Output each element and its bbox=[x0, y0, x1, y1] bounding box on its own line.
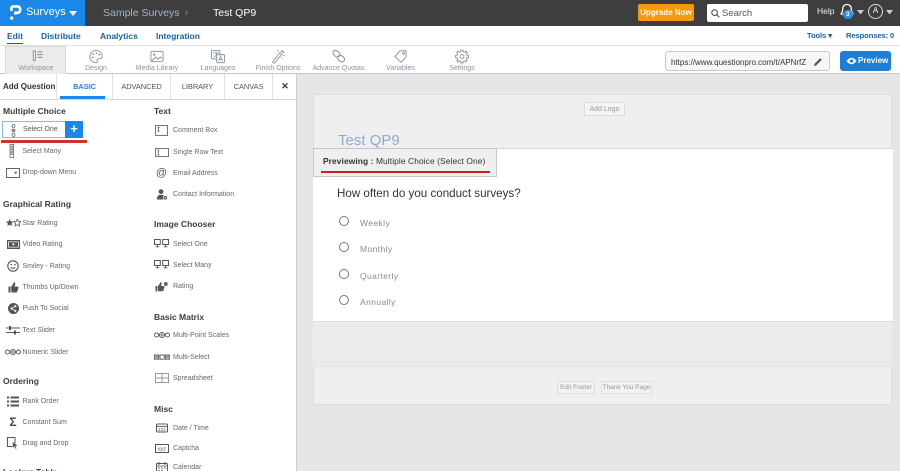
svg-text:xyz: xyz bbox=[156, 446, 166, 452]
svg-text:123: 123 bbox=[158, 427, 166, 432]
